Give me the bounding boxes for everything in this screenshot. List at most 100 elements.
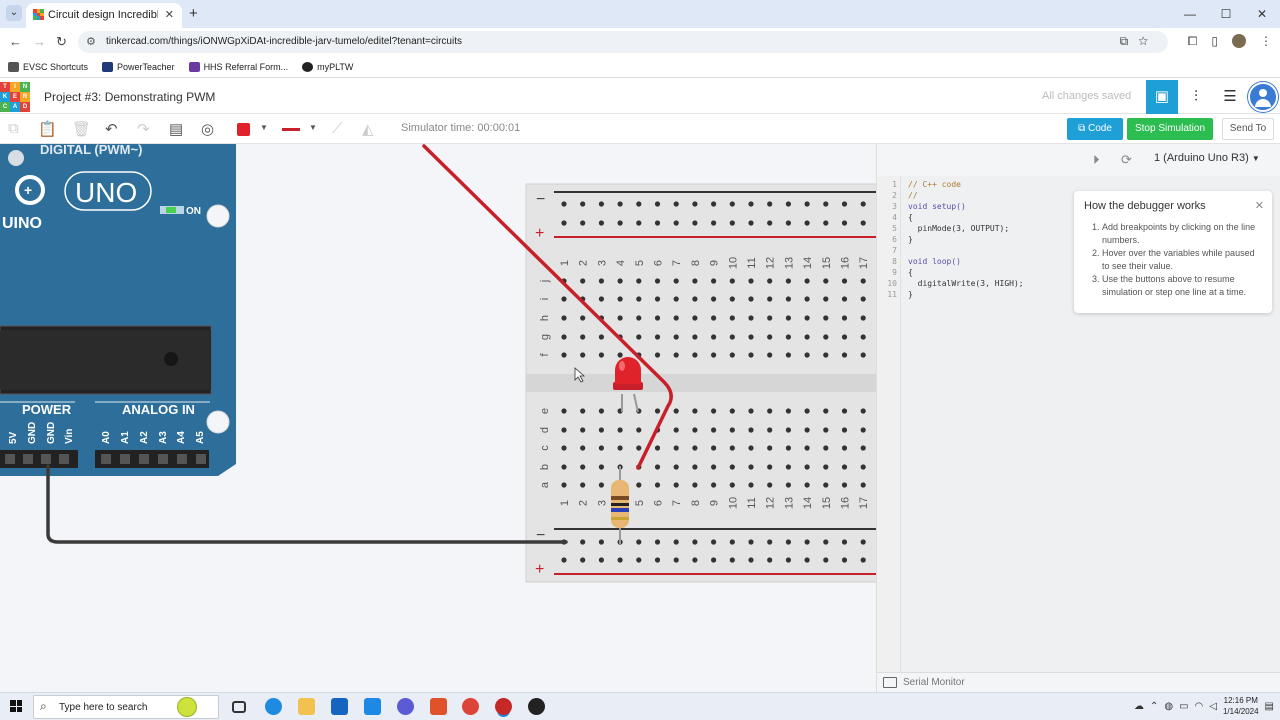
- breadboard-hole[interactable]: [785, 278, 792, 284]
- chevron-up-icon[interactable]: ⌃: [1150, 701, 1158, 712]
- breadboard-hole[interactable]: [692, 352, 698, 358]
- breadboard-hole[interactable]: [748, 427, 754, 433]
- breadboard-hole[interactable]: [617, 445, 623, 451]
- breadboard-hole[interactable]: [748, 201, 754, 207]
- code-line[interactable]: //: [908, 191, 918, 200]
- code-line[interactable]: pinMode(3, OUTPUT);: [908, 224, 1010, 233]
- address-bar[interactable]: ⚙ tinkercad.com/things/iONWGpXiDAt-incre…: [78, 31, 1168, 53]
- breadboard-hole[interactable]: [561, 427, 567, 433]
- reload-icon[interactable]: ↻: [56, 34, 67, 50]
- breadboard-hole[interactable]: [598, 352, 605, 358]
- breadboard-hole[interactable]: [598, 427, 605, 433]
- breadboard-hole[interactable]: [823, 315, 829, 321]
- breadboard-hole[interactable]: [748, 296, 754, 302]
- breadboard-hole[interactable]: [692, 296, 698, 302]
- breadboard-hole[interactable]: [748, 557, 754, 563]
- breadboard-hole[interactable]: [692, 278, 698, 284]
- breadboard-hole[interactable]: [561, 482, 567, 488]
- code-line[interactable]: // C++ code: [908, 180, 961, 189]
- site-info-icon[interactable]: ⚙: [86, 35, 96, 48]
- breadboard-hole[interactable]: [654, 220, 661, 226]
- breadboard-hole[interactable]: [617, 201, 623, 207]
- breadboard-hole[interactable]: [729, 408, 735, 414]
- breadboard-hole[interactable]: [692, 445, 698, 451]
- breadboard-hole[interactable]: [617, 278, 623, 284]
- breadboard-hole[interactable]: [804, 557, 810, 563]
- sidepanel-icon[interactable]: ▯: [1211, 34, 1218, 49]
- project-title[interactable]: Project #3: Demonstrating PWM: [44, 90, 215, 104]
- taskbar-search[interactable]: ⌕ Type here to search: [33, 695, 219, 719]
- breadboard-hole[interactable]: [636, 539, 642, 545]
- new-tab-button[interactable]: +: [189, 5, 198, 22]
- breadboard-hole[interactable]: [561, 334, 567, 340]
- breadboard-hole[interactable]: [654, 315, 661, 321]
- breadboard-hole[interactable]: [748, 220, 754, 226]
- breadboard-hole[interactable]: [580, 539, 586, 545]
- breadboard-hole[interactable]: [692, 539, 698, 545]
- breadboard-hole[interactable]: [598, 557, 605, 563]
- breadboard-hole[interactable]: [580, 557, 586, 563]
- wire-color-swatch[interactable]: [237, 123, 250, 136]
- breadboard-hole[interactable]: [692, 315, 698, 321]
- windows-start-icon[interactable]: [10, 700, 22, 712]
- breadboard-hole[interactable]: [841, 296, 848, 302]
- circuit-view-button[interactable]: ▣: [1146, 80, 1178, 114]
- line-number-gutter[interactable]: 1 2 3 4 5 6 7 8 9 10 11: [877, 176, 901, 676]
- tab-search-button[interactable]: ⌄: [6, 5, 22, 21]
- line-number[interactable]: 4: [892, 213, 897, 222]
- send-to-button[interactable]: Send To: [1222, 118, 1274, 140]
- breadboard-hole[interactable]: [636, 445, 642, 451]
- breadboard-hole[interactable]: [654, 352, 661, 358]
- breadboard-hole[interactable]: [654, 445, 661, 451]
- line-number[interactable]: 6: [892, 235, 897, 244]
- breadboard-hole[interactable]: [823, 352, 829, 358]
- breadboard-hole[interactable]: [561, 408, 567, 414]
- breadboard-hole[interactable]: [804, 408, 810, 414]
- breadboard-hole[interactable]: [748, 334, 754, 340]
- breadboard-hole[interactable]: [860, 334, 866, 340]
- breadboard-hole[interactable]: [711, 220, 717, 226]
- close-icon[interactable]: ✕: [1255, 199, 1264, 212]
- breadboard-hole[interactable]: [692, 427, 698, 433]
- breadboard-hole[interactable]: [785, 482, 792, 488]
- component-list-button[interactable]: ☰: [1214, 80, 1246, 114]
- breadboard-hole[interactable]: [841, 278, 848, 284]
- breadboard-hole[interactable]: [617, 352, 623, 358]
- breadboard-hole[interactable]: [841, 408, 848, 414]
- breadboard-hole[interactable]: [692, 464, 698, 470]
- breadboard-hole[interactable]: [598, 482, 605, 488]
- breadboard-hole[interactable]: [580, 201, 586, 207]
- breadboard-hole[interactable]: [785, 408, 792, 414]
- breadboard-hole[interactable]: [860, 278, 866, 284]
- breadboard-hole[interactable]: [860, 352, 866, 358]
- breadboard-hole[interactable]: [729, 220, 735, 226]
- breadboard-hole[interactable]: [598, 296, 605, 302]
- breadboard-hole[interactable]: [711, 539, 717, 545]
- line-number[interactable]: 10: [887, 279, 897, 288]
- breadboard-hole[interactable]: [673, 334, 679, 340]
- profile-avatar[interactable]: [1232, 34, 1246, 48]
- breadboard-hole[interactable]: [711, 315, 717, 321]
- code-line[interactable]: {: [908, 213, 913, 222]
- minimize-button[interactable]: —: [1172, 0, 1208, 28]
- breadboard-hole[interactable]: [598, 539, 605, 545]
- chrome-icon[interactable]: [462, 698, 479, 715]
- breadboard-hole[interactable]: [673, 464, 679, 470]
- breadboard-hole[interactable]: [767, 482, 773, 488]
- header-pin[interactable]: [158, 454, 168, 464]
- line-number[interactable]: 9: [892, 268, 897, 277]
- breadboard-hole[interactable]: [729, 557, 735, 563]
- breadboard-hole[interactable]: [636, 482, 642, 488]
- circuit-workspace[interactable]: DIGITAL (PWM~) + UINO UNO ON POWER ANALO…: [0, 144, 876, 692]
- browser-tab[interactable]: Circuit design Incredible Jarv-Tu ✕: [26, 3, 182, 28]
- app-icon[interactable]: [528, 698, 545, 715]
- breadboard-hole[interactable]: [654, 557, 661, 563]
- breadboard-hole[interactable]: [823, 482, 829, 488]
- breadboard-hole[interactable]: [804, 334, 810, 340]
- breadboard-hole[interactable]: [617, 557, 623, 563]
- breadboard-hole[interactable]: [785, 352, 792, 358]
- breadboard-hole[interactable]: [767, 315, 773, 321]
- breadboard-hole[interactable]: [729, 296, 735, 302]
- breadboard-hole[interactable]: [841, 220, 848, 226]
- network-icon[interactable]: ◍: [1164, 701, 1173, 712]
